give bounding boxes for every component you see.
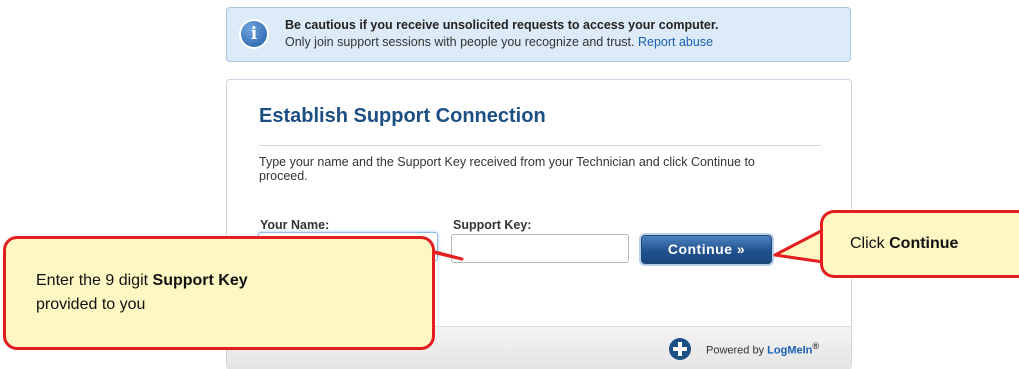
powered-by-label: Powered by (706, 344, 765, 357)
banner-message: Only join support sessions with people y… (285, 35, 635, 49)
support-key-input[interactable] (451, 234, 629, 263)
continue-button[interactable]: Continue » (641, 235, 772, 264)
warning-banner: i Be cautious if you receive unsolicited… (226, 7, 851, 62)
logmein-plus-icon (669, 338, 691, 360)
callout-right-bold: Continue (889, 235, 959, 252)
powered-by-text: Powered by LogMeIn® (706, 341, 819, 357)
divider (259, 145, 821, 146)
banner-text: Only join support sessions with people y… (285, 35, 713, 49)
your-name-label: Your Name: (260, 218, 330, 232)
banner-title: Be cautious if you receive unsolicited r… (285, 18, 719, 32)
logmein-brand-link[interactable]: LogMeIn (767, 345, 812, 357)
support-key-callout: Enter the 9 digit Support Key provided t… (3, 236, 435, 350)
registered-mark: ® (812, 341, 820, 351)
support-key-label: Support Key: (453, 218, 532, 232)
callout-left-suffix: provided to you (36, 296, 146, 313)
continue-callout: Click Continue (820, 210, 1019, 278)
callout-left-prefix: Enter the 9 digit (36, 272, 149, 289)
callout-right-prefix: Click (850, 235, 885, 252)
info-icon: i (241, 21, 267, 47)
report-abuse-link[interactable]: Report abuse (638, 35, 713, 49)
callout-left-bold: Support Key (152, 272, 248, 289)
page-title: Establish Support Connection (259, 105, 546, 127)
instructions-text: Type your name and the Support Key recei… (259, 155, 755, 183)
